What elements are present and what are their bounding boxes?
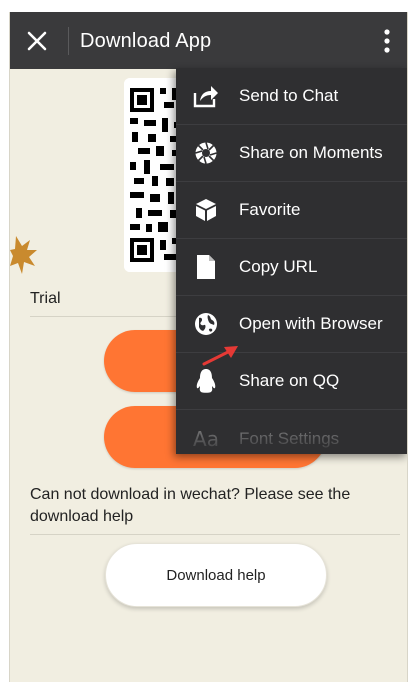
globe-icon: [193, 311, 219, 337]
more-options-button[interactable]: [372, 24, 402, 58]
penguin-icon: [193, 368, 219, 394]
close-button[interactable]: [20, 24, 54, 58]
page-title: Download App: [80, 30, 212, 52]
app-screen: Download App Trial Can not download in w…: [9, 12, 408, 682]
red-arrow-annotation: [202, 346, 238, 366]
divider: [30, 534, 400, 535]
download-help-message: Can not download in wechat? Please see t…: [30, 486, 351, 525]
aperture-icon: [193, 140, 219, 166]
cube-icon: [193, 197, 219, 223]
overflow-menu: Send to Chat Share on Moments Favorite C…: [176, 68, 407, 454]
maple-leaf-decoration: [10, 236, 37, 274]
menu-item-send-to-chat[interactable]: Send to Chat: [176, 68, 407, 125]
menu-item-label: Share on QQ: [239, 371, 340, 390]
app-bar: Download App: [10, 12, 407, 69]
menu-item-label: Open with Browser: [239, 314, 383, 333]
menu-item-share-moments[interactable]: Share on Moments: [176, 125, 407, 182]
menu-item-favorite[interactable]: Favorite: [176, 182, 407, 239]
download-help-button[interactable]: Download help: [105, 543, 327, 607]
menu-item-label: Favorite: [239, 200, 301, 219]
document-icon: [193, 254, 219, 280]
app-bar-divider: [68, 27, 69, 55]
menu-item-label: Share on Moments: [239, 143, 383, 162]
menu-item-font-settings[interactable]: Aa Font Settings: [176, 410, 407, 454]
menu-item-label: Copy URL: [239, 257, 318, 276]
menu-item-label: Send to Chat: [239, 86, 339, 105]
share-icon: [193, 83, 219, 109]
trial-label: Trial: [30, 290, 61, 307]
font-icon: Aa: [189, 426, 223, 452]
close-icon: [27, 31, 47, 51]
menu-item-label: Font Settings: [239, 428, 340, 448]
menu-item-copy-url[interactable]: Copy URL: [176, 239, 407, 296]
more-vert-icon: [384, 29, 390, 53]
font-icon-glyph: Aa: [193, 426, 219, 451]
